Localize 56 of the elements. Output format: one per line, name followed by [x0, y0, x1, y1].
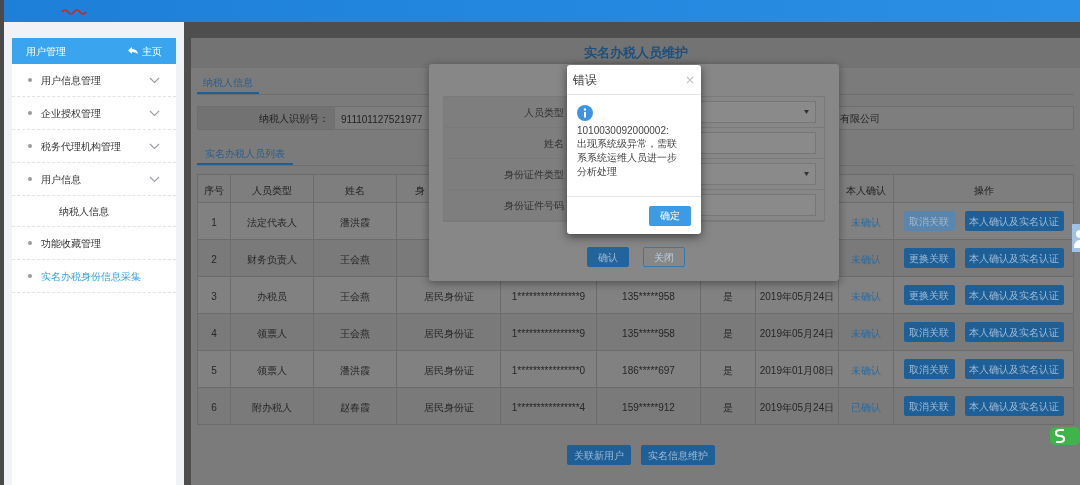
- table-cell-text: 是: [722, 401, 734, 415]
- table-cell-text: 1****************4: [510, 401, 587, 415]
- table-cell-text: 1****************9: [510, 327, 587, 341]
- table-cell-text: 潘洪霞: [339, 216, 371, 230]
- sidebar-title: 用户管理: [26, 44, 67, 59]
- table-cell-text: 是: [722, 364, 734, 378]
- table-cell-text: 附办税人: [251, 401, 293, 415]
- table-cell-text: 4: [210, 327, 218, 341]
- table-cell-text: 王会燕: [339, 327, 371, 341]
- table-cell-text: 6: [210, 401, 218, 415]
- table-cell-text: 2: [210, 253, 218, 267]
- table-cell-text: 居民身份证: [422, 327, 475, 341]
- table-cell-text: 1****************9: [510, 290, 587, 304]
- table-cell-text: 2019年05月24日: [758, 401, 836, 415]
- form-label: 姓名: [444, 128, 568, 158]
- table-cell-text: 居民身份证: [422, 290, 475, 304]
- table-cell-text: 是: [722, 290, 734, 304]
- column-header: 姓名: [345, 184, 365, 196]
- form-label: 身份证件类型: [444, 159, 568, 189]
- table-cell-text: 1****************0: [510, 364, 587, 378]
- column-header: 序号: [204, 184, 224, 196]
- form-label: 身份证件号码: [444, 190, 568, 220]
- table-cell-text: 3: [210, 290, 218, 304]
- column-header: 人员类型: [252, 184, 292, 196]
- table-cell-text: 居民身份证: [422, 401, 475, 415]
- table-cell-text: 赵春霞: [339, 401, 371, 415]
- table-cell-text: 领票人: [256, 327, 288, 341]
- company-name: 有限公司: [840, 111, 880, 126]
- table-cell-text: 是: [722, 327, 734, 341]
- table-cell-text: 2019年01月08日: [758, 364, 836, 378]
- table-cell-text: 135*****958: [621, 290, 676, 304]
- table-cell-text: 财务负责人: [246, 253, 298, 267]
- table-cell-text: 159*****912: [621, 401, 676, 415]
- error-message: 出现系统级异常，需联系系统运维人员进一步分析处理: [577, 137, 678, 179]
- table-cell-text: 5: [210, 364, 218, 378]
- table-cell-text: 王会燕: [339, 290, 371, 304]
- table-cell-text: 居民身份证: [422, 364, 475, 378]
- table-cell-text: 潘洪霞: [339, 364, 371, 378]
- table-cell-text: 2019年05月24日: [758, 327, 836, 341]
- table-cell-text: 1: [210, 216, 218, 230]
- table-cell-text: 法定代表人: [246, 216, 298, 230]
- column-header: 本人确认: [846, 184, 886, 196]
- table-cell-text: 王会燕: [339, 253, 371, 267]
- table-cell-text: 186*****697: [621, 364, 676, 378]
- table-cell-text: 135*****958: [621, 327, 676, 341]
- dialog-title: 错误: [573, 71, 597, 89]
- error-code: 1010030092000002:: [577, 124, 670, 137]
- field-label: 纳税人识别号：: [198, 107, 335, 129]
- column-header: 身: [415, 184, 425, 196]
- form-label: 人员类型: [444, 97, 568, 127]
- table-cell-text: 领票人: [256, 364, 288, 378]
- table-cell-text: 2019年05月24日: [758, 290, 836, 304]
- taxpayer-id: 911101127521977: [341, 114, 423, 125]
- page-title: 实名办税人员维护: [583, 44, 688, 63]
- table-cell-text: 办税员: [256, 290, 288, 304]
- column-header: 操作: [973, 184, 994, 196]
